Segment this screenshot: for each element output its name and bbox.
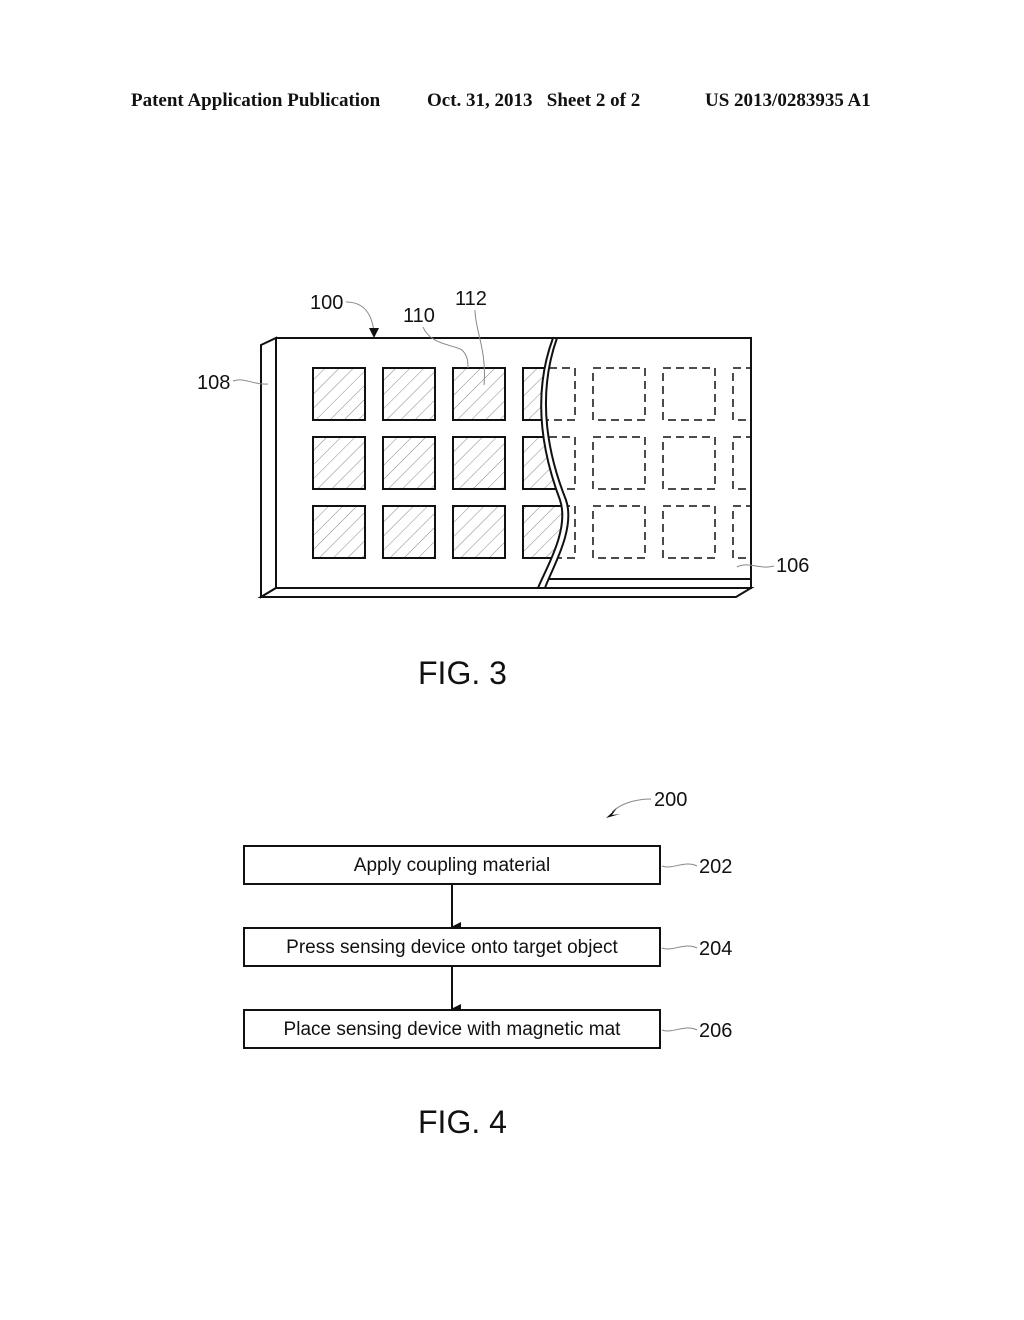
ref-110-label: 110 [403, 305, 435, 327]
bottom-edge [257, 587, 755, 598]
step-204-text: Press sensing device onto target object [286, 937, 618, 958]
ref-206-label: 206 [699, 1020, 732, 1042]
ref-202-label: 202 [699, 856, 732, 878]
ref-204-label: 204 [699, 938, 732, 960]
fig3-caption: FIG. 3 [418, 655, 507, 691]
arrow-100-icon [369, 328, 379, 338]
side-edge-108 [260, 336, 277, 599]
sensor-pad-hatched [312, 436, 366, 490]
ref-108-label: 108 [197, 372, 230, 394]
sensor-pad-hatched [382, 436, 436, 490]
sensor-pad-hatched [312, 505, 366, 559]
sensor-pad-hatched [312, 367, 366, 421]
leader-202 [661, 863, 698, 868]
step-202-text: Apply coupling material [354, 855, 550, 876]
fig3-device-100 [257, 336, 755, 599]
arrow-200-icon [606, 808, 620, 818]
sensor-pad-hatched [452, 505, 506, 559]
step-206-text: Place sensing device with magnetic mat [284, 1019, 622, 1040]
ref-100-label: 100 [310, 292, 343, 314]
step-202: Apply coupling material 202 [243, 845, 732, 885]
step-204: Press sensing device onto target object … [243, 927, 732, 967]
ref-200-label: 200 [654, 789, 687, 811]
sensor-pad-hatched [452, 367, 506, 421]
leader-200 [611, 798, 652, 813]
leader-204 [661, 945, 698, 950]
flowchart: Apply coupling material 202 Press sensin… [243, 845, 732, 1049]
ref-112-label: 112 [455, 288, 487, 310]
leader-206 [661, 1027, 698, 1032]
step-206: Place sensing device with magnetic mat 2… [243, 1009, 732, 1049]
ref-106-label: 106 [776, 555, 809, 577]
fig4-caption: FIG. 4 [418, 1104, 507, 1140]
patent-drawing-sheet: 100 110 112 108 106 FIG. 3 200 Apply cou… [197, 288, 809, 1140]
leader-100 [345, 301, 375, 333]
sensor-pad-hatched [382, 505, 436, 559]
sensor-pad-hatched [382, 367, 436, 421]
sensor-pad-hatched [452, 436, 506, 490]
